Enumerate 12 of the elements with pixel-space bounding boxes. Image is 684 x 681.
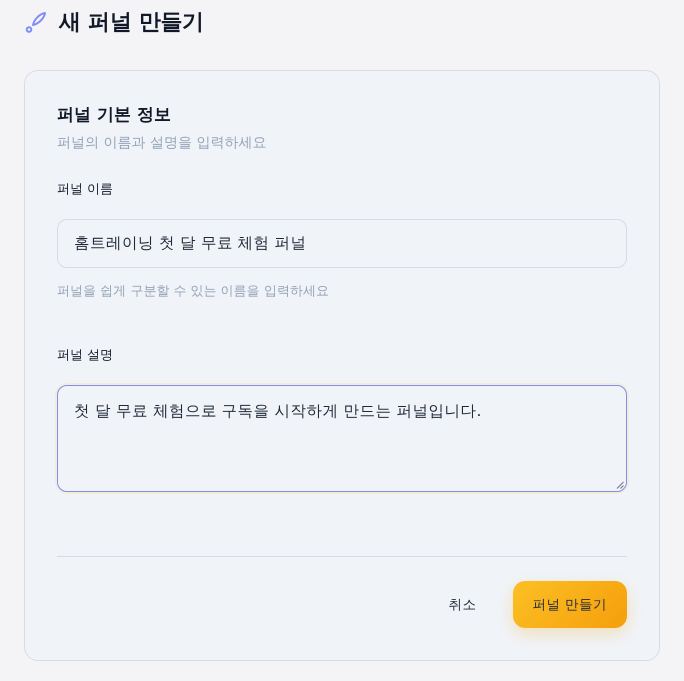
create-button[interactable]: 퍼널 만들기	[512, 581, 627, 628]
field-hint: 퍼널을 쉽게 구분할 수 있는 이름을 입력하세요	[57, 283, 330, 301]
rocket-icon	[25, 11, 47, 33]
section-subtitle: 퍼널의 이름과 설명을 입력하세요	[57, 134, 268, 153]
textarea-field[interactable]: 첫 달 무료 체험으로 구독을 시작하게 만드는 퍼널입니다.	[57, 385, 627, 492]
cancel-button[interactable]: 취소	[424, 582, 501, 628]
field-label: 퍼널 이름	[57, 181, 114, 199]
page-title: 새 퍼널 만들기	[59, 9, 204, 37]
resize-grip-icon[interactable]	[616, 481, 624, 489]
field-label: 퍼널 설명	[57, 347, 114, 365]
text-input-field[interactable]: 홈트레이닝 첫 달 무료 체험 퍼널	[57, 219, 627, 268]
section-title: 퍼널 기본 정보	[57, 104, 172, 127]
